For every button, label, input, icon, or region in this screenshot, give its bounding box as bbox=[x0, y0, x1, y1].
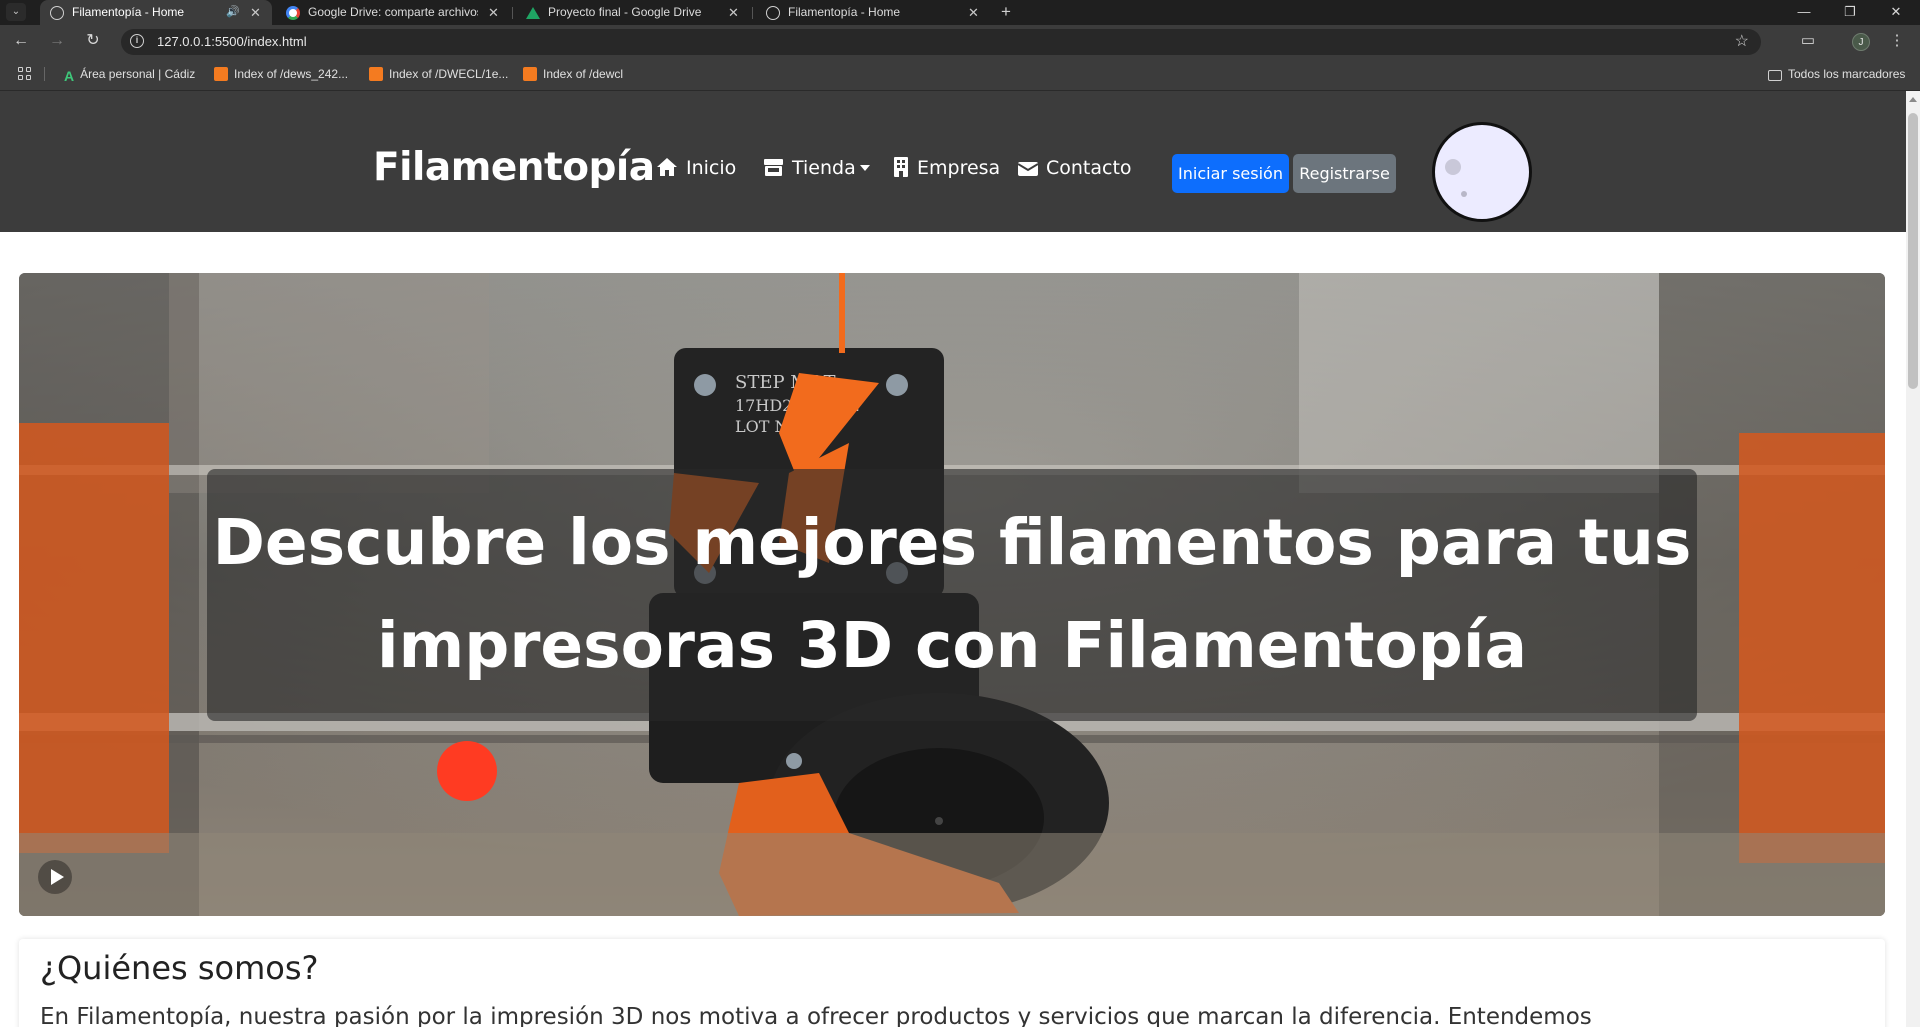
bookmark-star-icon[interactable]: ☆ bbox=[1735, 29, 1749, 55]
web-page: Filamentopía Inicio Tienda Empresa Conta… bbox=[0, 91, 1906, 1027]
site-info-icon[interactable]: i bbox=[130, 34, 144, 48]
globe-icon bbox=[766, 6, 780, 20]
building-icon bbox=[894, 157, 908, 177]
nav-label: Empresa bbox=[917, 157, 1001, 179]
browser-tab-2[interactable]: Google Drive: comparte archivos ✕ bbox=[276, 0, 506, 25]
login-button[interactable]: Iniciar sesión bbox=[1172, 154, 1289, 193]
nav-label: Contacto bbox=[1046, 157, 1132, 179]
tab-title: Proyecto final - Google Drive bbox=[548, 5, 702, 19]
site-navbar: Filamentopía Inicio Tienda Empresa Conta… bbox=[0, 91, 1906, 232]
register-button[interactable]: Registrarse bbox=[1293, 154, 1396, 193]
hero-caption: Descubre los mejores filamentos para tus… bbox=[212, 506, 1692, 682]
browser-tab-3[interactable]: Proyecto final - Google Drive ✕ bbox=[516, 0, 746, 25]
theme-toggle-orb[interactable] bbox=[1432, 122, 1532, 222]
forward-button[interactable]: → bbox=[46, 30, 68, 52]
bookmark-label: Index of /dews_242... bbox=[234, 67, 349, 81]
globe-icon bbox=[50, 6, 64, 20]
tab-search-button[interactable]: ⌄ bbox=[6, 3, 26, 21]
about-text: En Filamentopía, nuestra pasión por la i… bbox=[40, 1004, 1592, 1027]
moon-crater-dot bbox=[1445, 159, 1461, 175]
hero-carousel: STEP MOT 17HD2201Z-22 LOT NO.20 3 Descub… bbox=[19, 273, 1885, 916]
all-bookmarks-label: Todos los marcadores bbox=[1788, 67, 1906, 81]
speaker-icon[interactable]: 🔊 bbox=[226, 0, 240, 25]
moon-crater-dot bbox=[1461, 191, 1467, 197]
google-g-icon bbox=[286, 6, 300, 20]
chevron-down-icon bbox=[859, 165, 870, 171]
menu-kebab-icon[interactable]: ⋮ bbox=[1886, 30, 1908, 52]
play-button[interactable] bbox=[38, 860, 72, 894]
nav-link-empresa[interactable]: Empresa bbox=[893, 157, 1000, 179]
tab-title: Filamentopía - Home bbox=[788, 5, 901, 19]
tab-title: Filamentopía - Home bbox=[72, 5, 185, 19]
xampp-icon bbox=[523, 67, 537, 81]
bookmark-label: Área personal | Cádiz bbox=[80, 67, 196, 81]
store-icon bbox=[764, 159, 783, 176]
site-brand[interactable]: Filamentopía bbox=[373, 145, 655, 190]
new-tab-button[interactable]: + bbox=[996, 0, 1016, 25]
profile-avatar[interactable]: J bbox=[1852, 33, 1870, 51]
nav-link-inicio[interactable]: Inicio bbox=[656, 157, 736, 179]
home-icon bbox=[657, 158, 677, 176]
close-window-button[interactable]: ✕ bbox=[1874, 0, 1918, 25]
bookmark-item[interactable]: Index of /dewcl bbox=[523, 58, 623, 90]
close-icon[interactable]: ✕ bbox=[488, 0, 499, 25]
reload-button[interactable]: ↻ bbox=[82, 30, 104, 52]
extensions-icon[interactable]: ▭ bbox=[1797, 30, 1819, 52]
google-drive-icon bbox=[526, 7, 540, 19]
restore-button[interactable]: ❐ bbox=[1828, 0, 1872, 25]
moodle-a-icon: A bbox=[64, 68, 75, 84]
scrollbar-thumb[interactable] bbox=[1908, 113, 1918, 389]
bookmarks-bar: A Área personal | Cádiz Index of /dews_24… bbox=[0, 58, 1920, 91]
bookmark-item[interactable]: A Área personal | Cádiz bbox=[64, 58, 195, 90]
minimize-button[interactable]: — bbox=[1782, 0, 1826, 25]
address-bar[interactable]: i 127.0.0.1:5500/index.html ☆ bbox=[121, 29, 1761, 55]
play-icon bbox=[51, 869, 64, 885]
browser-tab-4[interactable]: Filamentopía - Home ✕ bbox=[756, 0, 986, 25]
nav-link-contacto[interactable]: Contacto bbox=[1017, 157, 1132, 179]
bookmark-item[interactable]: Index of /DWECL/1e... bbox=[369, 58, 508, 90]
browser-toolbar: ← → ↻ i 127.0.0.1:5500/index.html ☆ ▭ J … bbox=[0, 25, 1920, 58]
xampp-icon bbox=[214, 67, 228, 81]
envelope-icon bbox=[1017, 162, 1039, 176]
apps-grid-icon[interactable] bbox=[18, 67, 32, 81]
hero-caption-box: Descubre los mejores filamentos para tus… bbox=[207, 469, 1697, 721]
tab-separator bbox=[752, 7, 753, 19]
about-title: ¿Quiénes somos? bbox=[40, 949, 319, 987]
all-bookmarks-button[interactable]: Todos los marcadores bbox=[1768, 58, 1905, 90]
back-button[interactable]: ← bbox=[10, 30, 32, 52]
bookmark-separator bbox=[44, 67, 45, 81]
bookmark-label: Index of /DWECL/1e... bbox=[389, 67, 509, 81]
xampp-icon bbox=[369, 67, 383, 81]
url-text[interactable]: 127.0.0.1:5500/index.html bbox=[157, 29, 307, 55]
browser-tab-1[interactable]: Filamentopía - Home 🔊 ✕ bbox=[40, 0, 272, 25]
scroll-up-arrow-icon[interactable] bbox=[1909, 97, 1917, 102]
tab-separator bbox=[512, 7, 513, 19]
tab-title: Google Drive: comparte archivos bbox=[308, 5, 478, 19]
bookmark-item[interactable]: Index of /dews_242... bbox=[214, 58, 348, 90]
nav-label: Inicio bbox=[686, 157, 737, 179]
folder-icon bbox=[1768, 70, 1782, 81]
page-scrollbar[interactable] bbox=[1906, 91, 1920, 1027]
nav-link-tienda[interactable]: Tienda bbox=[763, 157, 870, 179]
bookmark-label: Index of /dewcl bbox=[543, 67, 624, 81]
close-icon[interactable]: ✕ bbox=[968, 0, 979, 25]
browser-tab-strip: ⌄ Filamentopía - Home 🔊 ✕ Google Drive: … bbox=[0, 0, 1920, 25]
close-icon[interactable]: ✕ bbox=[250, 0, 261, 25]
about-section: ¿Quiénes somos? En Filamentopía, nuestra… bbox=[19, 939, 1885, 1027]
nav-label: Tienda bbox=[792, 157, 856, 179]
close-icon[interactable]: ✕ bbox=[728, 0, 739, 25]
